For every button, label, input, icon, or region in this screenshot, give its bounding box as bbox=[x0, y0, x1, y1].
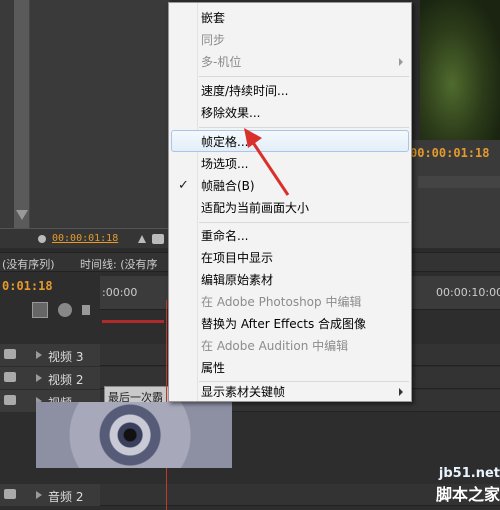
menu-item-edit-in-audition: 在 Adobe Audition 中编辑 bbox=[169, 335, 411, 357]
menu-item-nest[interactable]: 嵌套 bbox=[169, 7, 411, 29]
eye-icon[interactable] bbox=[4, 372, 16, 382]
watermark-name: 脚本之家 bbox=[435, 485, 500, 504]
watermark: jb51.net 脚本之家 bbox=[386, 466, 500, 510]
source-timecode[interactable]: 00:00:01:18 bbox=[52, 233, 118, 244]
menu-item-rename[interactable]: 重命名... bbox=[169, 225, 411, 247]
menu-item-properties[interactable]: 属性 bbox=[169, 357, 411, 379]
menu-item-label: 移除效果... bbox=[201, 106, 261, 120]
checkmark-icon: ✓ bbox=[178, 178, 189, 193]
timeline-timecode[interactable]: 0:01:18 bbox=[2, 279, 53, 293]
menu-item-edit-in-photoshop: 在 Adobe Photoshop 中编辑 bbox=[169, 291, 411, 313]
marker-add-icon[interactable] bbox=[58, 303, 72, 317]
expand-icon[interactable] bbox=[36, 491, 42, 499]
speaker-icon[interactable] bbox=[4, 489, 16, 499]
menu-item-label: 替换为 After Effects 合成图像 bbox=[201, 317, 367, 331]
menu-item-label: 速度/持续时间... bbox=[201, 84, 289, 98]
context-menu: 嵌套 同步 多-机位 速度/持续时间... 移除效果... 帧定格... 场选项… bbox=[168, 2, 412, 402]
expand-icon[interactable] bbox=[36, 351, 42, 359]
source-control-bar: 00:00:01:18 bbox=[0, 228, 170, 248]
menu-item-reveal-in-project[interactable]: 在项目中显示 bbox=[169, 247, 411, 269]
annotation-arrow-icon bbox=[244, 128, 290, 196]
clip-thumbnail-image bbox=[36, 402, 232, 468]
menu-item-show-clip-keyframes[interactable]: 显示素材关键帧 bbox=[169, 381, 411, 403]
menu-item-scale-to-frame[interactable]: 适配为当前画面大小 bbox=[169, 197, 411, 219]
track-label: 视频 2 bbox=[48, 373, 84, 387]
submenu-arrow-icon bbox=[399, 388, 403, 396]
program-timecode[interactable]: 00:00:01:18 bbox=[410, 146, 489, 160]
source-scrollbar[interactable] bbox=[14, 0, 30, 228]
menu-item-sync: 同步 bbox=[169, 29, 411, 51]
menu-item-replace-with-ae[interactable]: 替换为 After Effects 合成图像 bbox=[169, 313, 411, 335]
menu-item-label: 多-机位 bbox=[201, 55, 242, 69]
submenu-arrow-icon bbox=[399, 58, 403, 66]
watermark-site: jb51.net bbox=[438, 466, 500, 481]
track-label: 视频 3 bbox=[48, 350, 84, 364]
menu-item-label: 显示素材关键帧 bbox=[201, 385, 286, 399]
ruler-start-label: :00:00 bbox=[102, 286, 138, 299]
tab-timeline[interactable]: 时间线: (没有序 bbox=[80, 256, 158, 272]
menu-item-label: 在 Adobe Photoshop 中编辑 bbox=[201, 295, 362, 309]
fit-icon[interactable] bbox=[152, 234, 164, 244]
eye-icon[interactable] bbox=[4, 395, 16, 405]
menu-item-multicam: 多-机位 bbox=[169, 51, 411, 73]
menu-item-label: 同步 bbox=[201, 33, 226, 47]
tab-no-sequence[interactable]: (没有序列) bbox=[2, 256, 55, 272]
eye-icon[interactable] bbox=[4, 349, 16, 359]
ruler-end-label: 00:00:10:00 bbox=[436, 286, 500, 299]
track-label: 音频 2 bbox=[48, 490, 84, 504]
snap-icon[interactable] bbox=[32, 302, 48, 318]
playhead-icon[interactable] bbox=[138, 235, 146, 243]
expand-icon[interactable] bbox=[36, 374, 42, 382]
lock-icon[interactable] bbox=[82, 305, 90, 315]
marker-icon[interactable] bbox=[38, 235, 46, 243]
program-timeline-strip[interactable] bbox=[418, 176, 500, 188]
menu-item-label: 嵌套 bbox=[201, 11, 226, 25]
menu-item-label: 编辑原始素材 bbox=[201, 273, 274, 287]
menu-item-speed-duration[interactable]: 速度/持续时间... bbox=[169, 80, 411, 102]
work-area-bar[interactable] bbox=[102, 320, 164, 323]
menu-item-label: 在 Adobe Audition 中编辑 bbox=[201, 339, 349, 353]
program-video-frame bbox=[420, 0, 500, 140]
menu-item-label: 在项目中显示 bbox=[201, 251, 274, 265]
menu-item-label: 适配为当前画面大小 bbox=[201, 201, 310, 215]
menu-item-label: 重命名... bbox=[201, 229, 249, 243]
menu-item-label: 属性 bbox=[201, 361, 226, 375]
menu-item-edit-original[interactable]: 编辑原始素材 bbox=[169, 269, 411, 291]
